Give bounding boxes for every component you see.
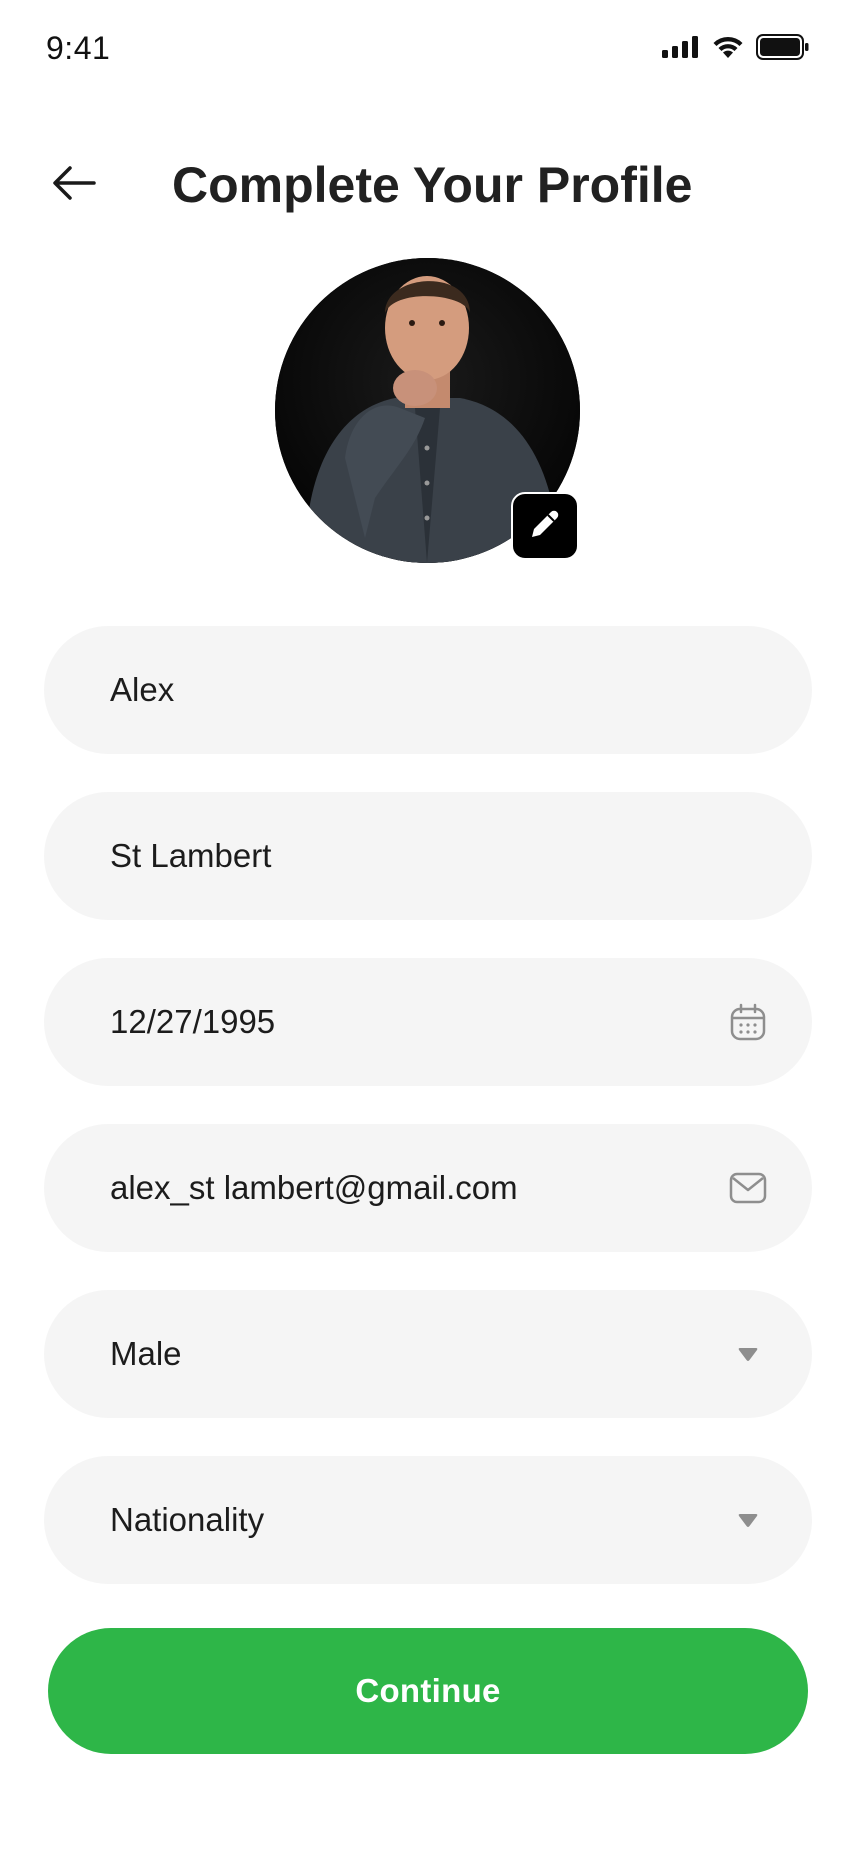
caret-down-icon	[728, 1500, 768, 1540]
arrow-left-icon	[52, 165, 96, 206]
caret-down-icon	[728, 1334, 768, 1374]
header: Complete Your Profile	[0, 140, 856, 230]
edit-avatar-button[interactable]	[511, 492, 579, 560]
first-name-value: Alex	[110, 671, 175, 708]
signal-icon	[662, 36, 700, 63]
mail-icon	[728, 1168, 768, 1208]
pencil-icon	[527, 506, 563, 547]
battery-icon	[756, 34, 810, 65]
email-value: alex_st lambert@gmail.com	[110, 1169, 518, 1206]
calendar-icon[interactable]	[728, 1002, 768, 1042]
back-button[interactable]	[48, 162, 100, 208]
page-title: Complete Your Profile	[172, 157, 693, 213]
continue-button[interactable]: Continue	[48, 1628, 808, 1754]
last-name-value: St Lambert	[110, 837, 272, 874]
status-icons	[662, 34, 810, 65]
continue-label: Continue	[355, 1672, 501, 1709]
avatar-container	[275, 258, 580, 563]
date-of-birth-field[interactable]: 12/27/1995	[44, 958, 812, 1086]
status-time: 9:41	[46, 30, 111, 66]
wifi-icon	[712, 35, 744, 64]
date-of-birth-value: 12/27/1995	[110, 1003, 276, 1040]
nationality-value: Nationality	[110, 1501, 265, 1538]
status-bar: 9:41	[0, 0, 856, 100]
first-name-field[interactable]: Alex	[44, 626, 812, 754]
email-field[interactable]: alex_st lambert@gmail.com	[44, 1124, 812, 1252]
nationality-select[interactable]: Nationality	[44, 1456, 812, 1584]
gender-value: Male	[110, 1335, 182, 1372]
gender-select[interactable]: Male	[44, 1290, 812, 1418]
last-name-field[interactable]: St Lambert	[44, 792, 812, 920]
